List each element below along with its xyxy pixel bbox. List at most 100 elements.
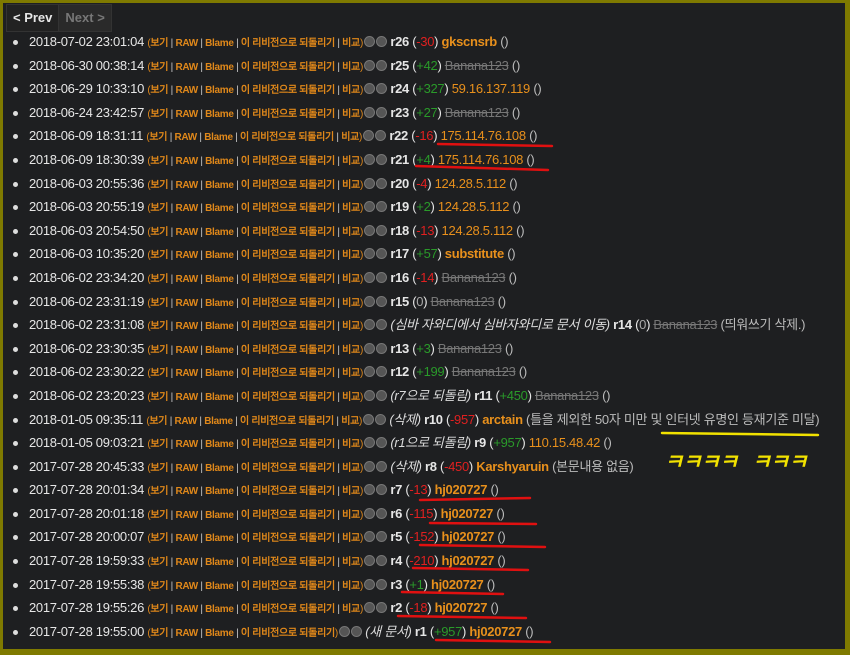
revision-author[interactable]: hj020727 <box>435 600 488 615</box>
compare-link[interactable]: 비교 <box>341 416 359 427</box>
revert-link[interactable]: 이 리비전으로 되돌리기 <box>240 416 334 427</box>
raw-link[interactable]: RAW <box>175 463 198 474</box>
compare-radio-old[interactable] <box>364 36 375 47</box>
revert-link[interactable]: 이 리비전으로 되돌리기 <box>241 533 335 544</box>
compare-link[interactable]: 비교 <box>341 132 359 143</box>
raw-link[interactable]: RAW <box>175 628 198 639</box>
view-link[interactable]: 보기 <box>150 368 168 379</box>
revision-author[interactable]: hj020727 <box>442 529 495 544</box>
revert-link[interactable]: 이 리비전으로 되돌리기 <box>241 62 335 73</box>
compare-radio-new[interactable] <box>376 153 387 165</box>
revision-author[interactable]: hj020727 <box>469 624 522 639</box>
view-link[interactable]: 보기 <box>149 132 167 143</box>
compare-radio-new[interactable] <box>376 319 387 331</box>
raw-link[interactable]: RAW <box>175 203 198 214</box>
revert-link[interactable]: 이 리비전으로 되돌리기 <box>241 298 335 309</box>
compare-link[interactable]: 비교 <box>342 510 360 521</box>
blame-link[interactable]: Blame <box>205 250 234 261</box>
blame-link[interactable]: Blame <box>205 321 234 332</box>
revert-link[interactable]: 이 리비전으로 되돌리기 <box>241 392 335 403</box>
compare-link[interactable]: 비교 <box>342 439 360 450</box>
view-link[interactable]: 보기 <box>150 392 168 403</box>
compare-link[interactable]: 비교 <box>342 250 360 261</box>
revert-link[interactable]: 이 리비전으로 되돌리기 <box>241 486 335 497</box>
blame-link[interactable]: Blame <box>205 62 234 73</box>
blame-link[interactable]: Blame <box>205 298 234 309</box>
compare-radio-old[interactable] <box>364 319 375 331</box>
revision-author[interactable]: 110.15.48.42 <box>529 435 601 450</box>
raw-link[interactable]: RAW <box>175 274 198 285</box>
revert-link[interactable]: 이 리비전으로 되돌리기 <box>240 132 334 143</box>
compare-link[interactable]: 비교 <box>342 203 360 214</box>
compare-radio-old[interactable] <box>364 106 375 118</box>
view-link[interactable]: 보기 <box>150 156 168 167</box>
view-link[interactable]: 보기 <box>150 85 168 96</box>
raw-link[interactable]: RAW <box>175 604 198 615</box>
view-link[interactable]: 보기 <box>150 533 168 544</box>
raw-link[interactable]: RAW <box>175 486 198 497</box>
revert-link[interactable]: 이 리비전으로 되돌리기 <box>241 604 335 615</box>
compare-link[interactable]: 비교 <box>342 109 360 120</box>
compare-radio-old[interactable] <box>364 484 375 496</box>
revision-author[interactable]: hj020727 <box>435 482 488 497</box>
compare-radio-new[interactable] <box>376 437 387 449</box>
revision-author[interactable]: Banana123 <box>445 105 509 120</box>
compare-radio-old[interactable] <box>364 578 375 590</box>
view-link[interactable]: 보기 <box>149 416 167 427</box>
view-link[interactable]: 보기 <box>150 109 168 120</box>
compare-link[interactable]: 비교 <box>342 85 360 96</box>
blame-link[interactable]: Blame <box>204 416 233 427</box>
compare-link[interactable]: 비교 <box>342 156 360 167</box>
blame-link[interactable]: Blame <box>205 368 234 379</box>
revision-author[interactable]: hj020727 <box>431 577 484 592</box>
blame-link[interactable]: Blame <box>205 180 234 191</box>
view-link[interactable]: 보기 <box>150 604 168 615</box>
raw-link[interactable]: RAW <box>175 227 198 238</box>
revert-link[interactable]: 이 리비전으로 되돌리기 <box>241 439 335 450</box>
view-link[interactable]: 보기 <box>150 557 168 568</box>
compare-link[interactable]: 비교 <box>342 392 360 403</box>
compare-radio-new[interactable] <box>376 59 387 71</box>
blame-link[interactable]: Blame <box>205 463 234 474</box>
blame-link[interactable]: Blame <box>205 345 234 356</box>
compare-radio-old[interactable] <box>364 531 375 543</box>
blame-link[interactable]: Blame <box>205 38 234 49</box>
compare-radio-old[interactable] <box>338 625 350 637</box>
compare-radio-new[interactable] <box>376 342 387 354</box>
compare-radio-new[interactable] <box>376 224 387 236</box>
compare-link[interactable]: 비교 <box>342 463 360 474</box>
view-link[interactable]: 보기 <box>150 345 168 356</box>
compare-radio-old[interactable] <box>364 224 375 236</box>
view-link[interactable]: 보기 <box>150 38 168 49</box>
revision-author[interactable]: 175.114.76.108 <box>438 152 524 167</box>
view-link[interactable]: 보기 <box>150 510 168 521</box>
raw-link[interactable]: RAW <box>175 109 198 120</box>
raw-link[interactable]: RAW <box>175 85 198 96</box>
blame-link[interactable]: Blame <box>205 392 234 403</box>
compare-radio-new[interactable] <box>376 555 387 567</box>
compare-link[interactable]: 비교 <box>342 321 360 332</box>
compare-radio-old[interactable] <box>364 248 375 260</box>
compare-radio-new[interactable] <box>376 271 387 283</box>
revert-link[interactable]: 이 리비전으로 되돌리기 <box>241 628 335 639</box>
revision-author[interactable]: hj020727 <box>441 506 494 521</box>
compare-radio-old[interactable] <box>364 507 375 519</box>
compare-radio-old[interactable] <box>364 83 375 95</box>
compare-radio-old[interactable] <box>364 460 375 472</box>
compare-radio-old[interactable] <box>364 366 375 378</box>
view-link[interactable]: 보기 <box>150 581 168 592</box>
raw-link[interactable]: RAW <box>175 298 198 309</box>
blame-link[interactable]: Blame <box>204 132 233 143</box>
compare-radio-new[interactable] <box>350 625 362 637</box>
compare-link[interactable]: 비교 <box>342 486 360 497</box>
compare-radio-old[interactable] <box>364 342 375 354</box>
raw-link[interactable]: RAW <box>175 510 198 521</box>
view-link[interactable]: 보기 <box>150 439 168 450</box>
revision-author[interactable]: Banana123 <box>452 364 516 379</box>
blame-link[interactable]: Blame <box>205 486 234 497</box>
view-link[interactable]: 보기 <box>150 180 168 191</box>
raw-link[interactable]: RAW <box>175 368 198 379</box>
compare-radio-old[interactable] <box>364 59 375 71</box>
revision-author[interactable]: Banana123 <box>438 341 502 356</box>
raw-link[interactable]: RAW <box>175 156 198 167</box>
